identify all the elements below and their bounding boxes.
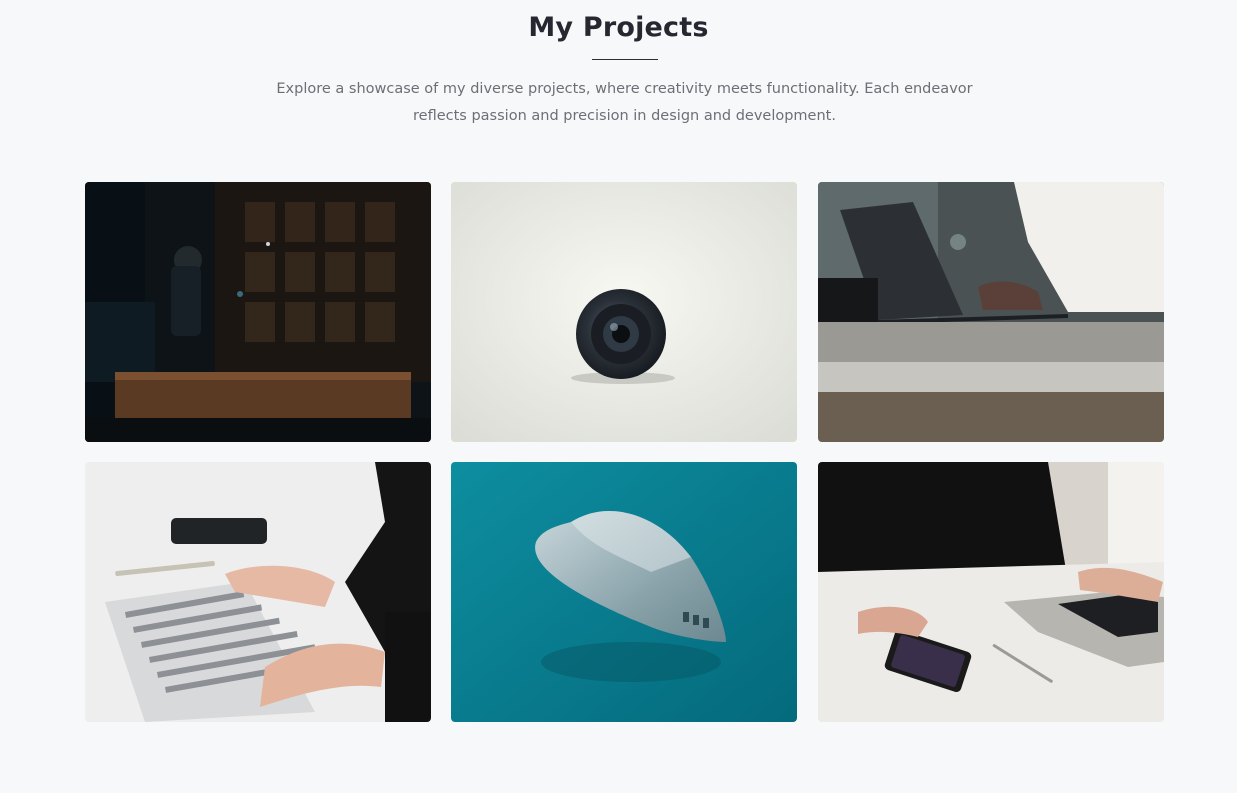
project-card-2[interactable] — [451, 182, 797, 442]
section-title: My Projects — [528, 12, 709, 43]
section-description: Explore a showcase of my diverse project… — [276, 81, 973, 124]
keyboard-hands-photo — [85, 462, 431, 722]
title-underline — [592, 59, 658, 60]
project-card-5[interactable] — [451, 462, 797, 722]
project-card-6[interactable] — [818, 462, 1164, 722]
projects-grid — [85, 182, 1164, 722]
project-card-1[interactable] — [85, 182, 431, 442]
dark-studio-camera-photo — [85, 182, 431, 442]
projects-section: My Projects Explore a showcase of my div… — [0, 0, 1237, 793]
project-card-4[interactable] — [85, 462, 431, 722]
camera-lens-photo — [451, 182, 797, 442]
laptop-typing-photo — [818, 182, 1164, 442]
guitar-pick-photo — [451, 462, 797, 722]
project-card-3[interactable] — [818, 182, 1164, 442]
phone-laptop-desk-photo — [818, 462, 1164, 722]
